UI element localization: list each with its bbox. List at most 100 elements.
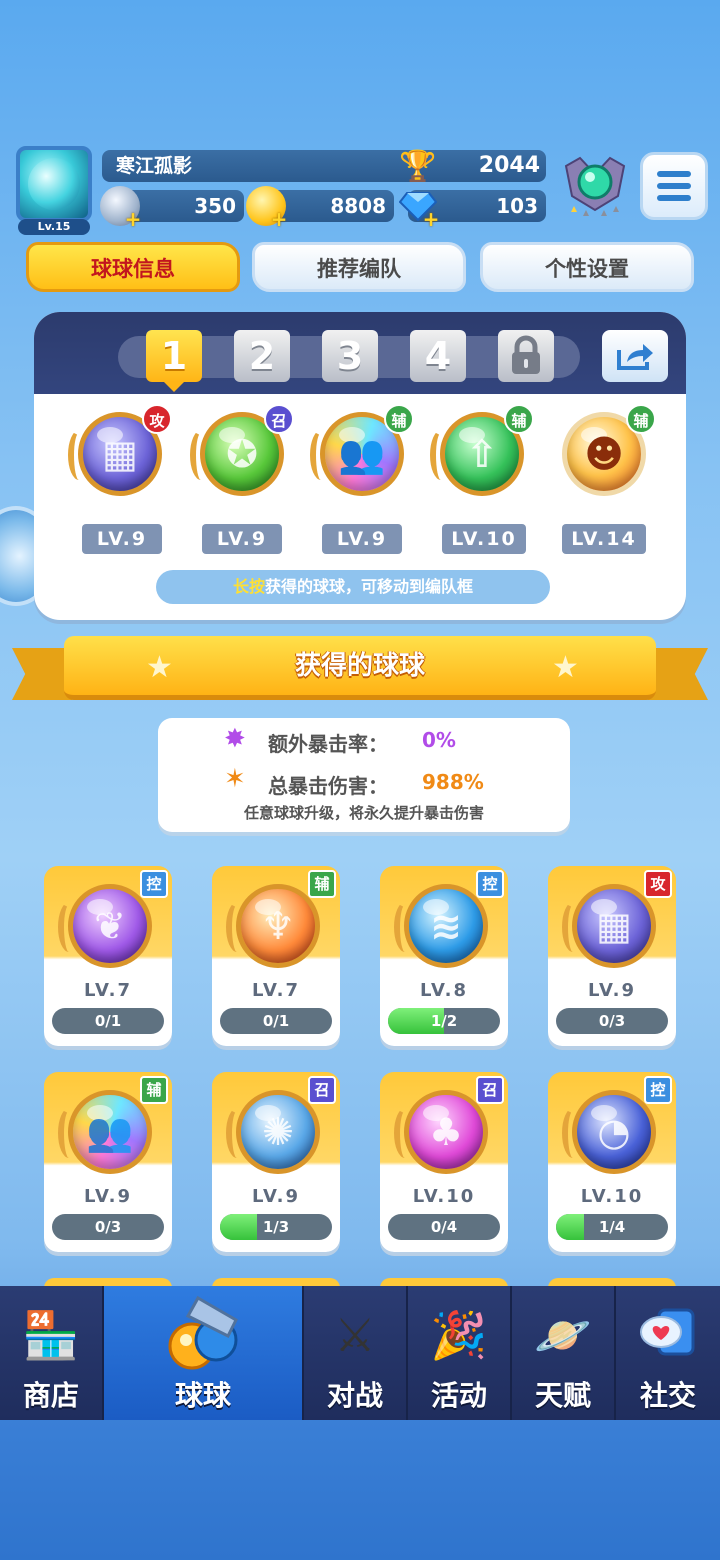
nav-events[interactable]: 🎉 活动 — [408, 1286, 512, 1420]
team-slot-3[interactable]: 3 — [322, 330, 378, 382]
team-slot-locked[interactable] — [498, 330, 554, 382]
grid-glyph-icon: ▦ — [596, 904, 632, 948]
vortex-glyph-icon: ✺ — [262, 1110, 294, 1154]
tab-personal-settings[interactable]: 个性设置 — [480, 242, 694, 292]
chat-heart-icon — [633, 1300, 703, 1370]
team-ball-level: LV.14 — [562, 524, 646, 554]
ball-card[interactable]: ≋ 控 LV.8 1/2 — [380, 866, 508, 1046]
gold-coin-icon[interactable]: + — [246, 186, 288, 231]
progress-text: 1/2 — [430, 1012, 458, 1030]
ball-level: LV.10 — [580, 1186, 644, 1207]
ball-level: LV.9 — [252, 1186, 300, 1207]
rank-emblem-icon[interactable] — [560, 152, 630, 218]
crit-upgrade-note: 任意球球升级，将永久提升暴击伤害 — [243, 804, 484, 822]
nav-balls[interactable]: 球球 — [104, 1286, 304, 1420]
role-badge: 控 — [476, 870, 504, 898]
role-badge-support: 辅 — [504, 404, 534, 434]
hint-highlight: 长按 — [232, 577, 265, 596]
active-slot-pointer — [164, 382, 184, 392]
nav-label: 社交 — [639, 1379, 696, 1412]
nav-shop[interactable]: 🏪 商店 — [0, 1286, 104, 1420]
trophy-icon: 🏆 — [399, 148, 437, 184]
ball-card[interactable]: ❦ 控 LV.7 0/1 — [44, 866, 172, 1046]
role-badge: 控 — [140, 870, 168, 898]
wings-glyph-icon: ♆ — [260, 904, 296, 948]
nav-label: 球球 — [174, 1379, 231, 1412]
trophy-count: 2044 — [478, 153, 540, 178]
diamond-icon[interactable]: + — [398, 186, 439, 229]
player-avatar[interactable] — [16, 146, 92, 222]
long-press-hint: 长按获得的球球，可移动到编队框 — [156, 570, 550, 604]
team-ball-3[interactable]: 👥 辅 — [310, 404, 414, 504]
share-button[interactable] — [602, 330, 668, 382]
cloud-wave-glyph-icon: ≋ — [430, 904, 462, 948]
nav-social[interactable]: 社交 — [616, 1286, 720, 1420]
ball-card[interactable]: ✺ 召 LV.9 1/3 — [212, 1072, 340, 1252]
ball-card[interactable]: 👥 辅 LV.9 0/3 — [44, 1072, 172, 1252]
tab-ball-info[interactable]: 球球信息 — [26, 242, 240, 292]
plus-icon: + — [270, 207, 288, 231]
nav-label: 天赋 — [534, 1379, 591, 1412]
plus-icon: + — [124, 207, 142, 231]
ball-level: LV.7 — [84, 980, 132, 1001]
nav-talent[interactable]: 🪐 天赋 — [512, 1286, 616, 1420]
gold-coin-value: 8808 — [330, 194, 386, 218]
upgrade-progress-bar: 0/3 — [52, 1214, 164, 1240]
progress-text: 0/3 — [598, 1012, 626, 1030]
nav-battle[interactable]: ⚔ 对战 — [304, 1286, 408, 1420]
team-ball-1[interactable]: ▦ 攻 — [68, 404, 172, 504]
crit-rate-label: 额外暴击率： — [268, 732, 388, 756]
ball-card[interactable]: ◔ 控 LV.10 1/4 — [548, 1072, 676, 1252]
swords-icon: ⚔ — [334, 1308, 376, 1362]
ball-level: LV.8 — [420, 980, 468, 1001]
team-slot-1[interactable]: 1 — [146, 330, 202, 382]
team-ball-level: LV.9 — [322, 524, 402, 554]
team-ball-level: LV.10 — [442, 524, 526, 554]
shop-icon: 🏪 — [22, 1307, 80, 1362]
role-badge: 攻 — [644, 870, 672, 898]
bottom-safe-area — [0, 1420, 720, 1560]
tab-recommended-team[interactable]: 推荐编队 — [252, 242, 466, 292]
team-ball-level: LV.9 — [202, 524, 282, 554]
progress-text: 1/3 — [262, 1218, 290, 1236]
ribbon-tail-right — [648, 648, 708, 700]
tree-glyph-icon: ♣ — [428, 1110, 464, 1154]
role-badge: 控 — [644, 1076, 672, 1104]
hint-text: 获得的球球，可移动到编队框 — [265, 577, 474, 596]
role-badge: 辅 — [140, 1076, 168, 1104]
team-slot-4[interactable]: 4 — [410, 330, 466, 382]
progress-text: 0/4 — [430, 1218, 458, 1236]
ball-card[interactable]: ▦ 攻 LV.9 0/3 — [548, 866, 676, 1046]
crit-damage-value: 988% — [422, 770, 484, 794]
role-badge-attack: 攻 — [142, 404, 172, 434]
people-glyph-icon: 👥 — [86, 1109, 134, 1154]
team-panel-header: 1 2 3 4 — [34, 312, 686, 394]
role-badge-support: 辅 — [384, 404, 414, 434]
team-ball-4[interactable]: ⇧ 辅 — [430, 404, 534, 504]
crit-rate-icon: ✸ — [224, 724, 246, 754]
ball-card[interactable]: ♣ 召 LV.10 0/4 — [380, 1072, 508, 1252]
team-ball-5[interactable]: ☻ 辅 — [552, 404, 656, 504]
share-icon — [617, 344, 653, 370]
ribbon-tail-left — [12, 648, 72, 700]
ball-level: LV.9 — [588, 980, 636, 1001]
upgrade-progress-bar: 1/2 — [388, 1008, 500, 1034]
menu-button[interactable] — [640, 152, 708, 220]
ball-icon — [158, 1290, 248, 1380]
player-level-badge: Lv.15 — [18, 219, 90, 235]
team-ball-level: LV.9 — [82, 524, 162, 554]
progress-text: 0/1 — [94, 1012, 122, 1030]
silver-coin-value: 350 — [194, 194, 236, 218]
party-icon: 🎉 — [430, 1307, 488, 1362]
upgrade-progress-bar: 0/3 — [556, 1008, 668, 1034]
team-ball-2[interactable]: ✪ 召 — [190, 404, 294, 504]
bottom-nav: 🏪 商店 球球 ⚔ 对战 🎉 活动 🪐 天赋 社交 — [0, 1286, 720, 1420]
clock-glyph-icon: ◔ — [597, 1110, 631, 1154]
crit-damage-icon: ✶ — [224, 764, 246, 794]
team-slot-2[interactable]: 2 — [234, 330, 290, 382]
crit-damage-label: 总暴击伤害： — [268, 774, 388, 798]
role-badge: 召 — [476, 1076, 504, 1104]
nav-label: 对战 — [326, 1379, 383, 1412]
silver-coin-icon[interactable]: + — [100, 186, 142, 231]
ball-card[interactable]: ♆ 辅 LV.7 0/1 — [212, 866, 340, 1046]
